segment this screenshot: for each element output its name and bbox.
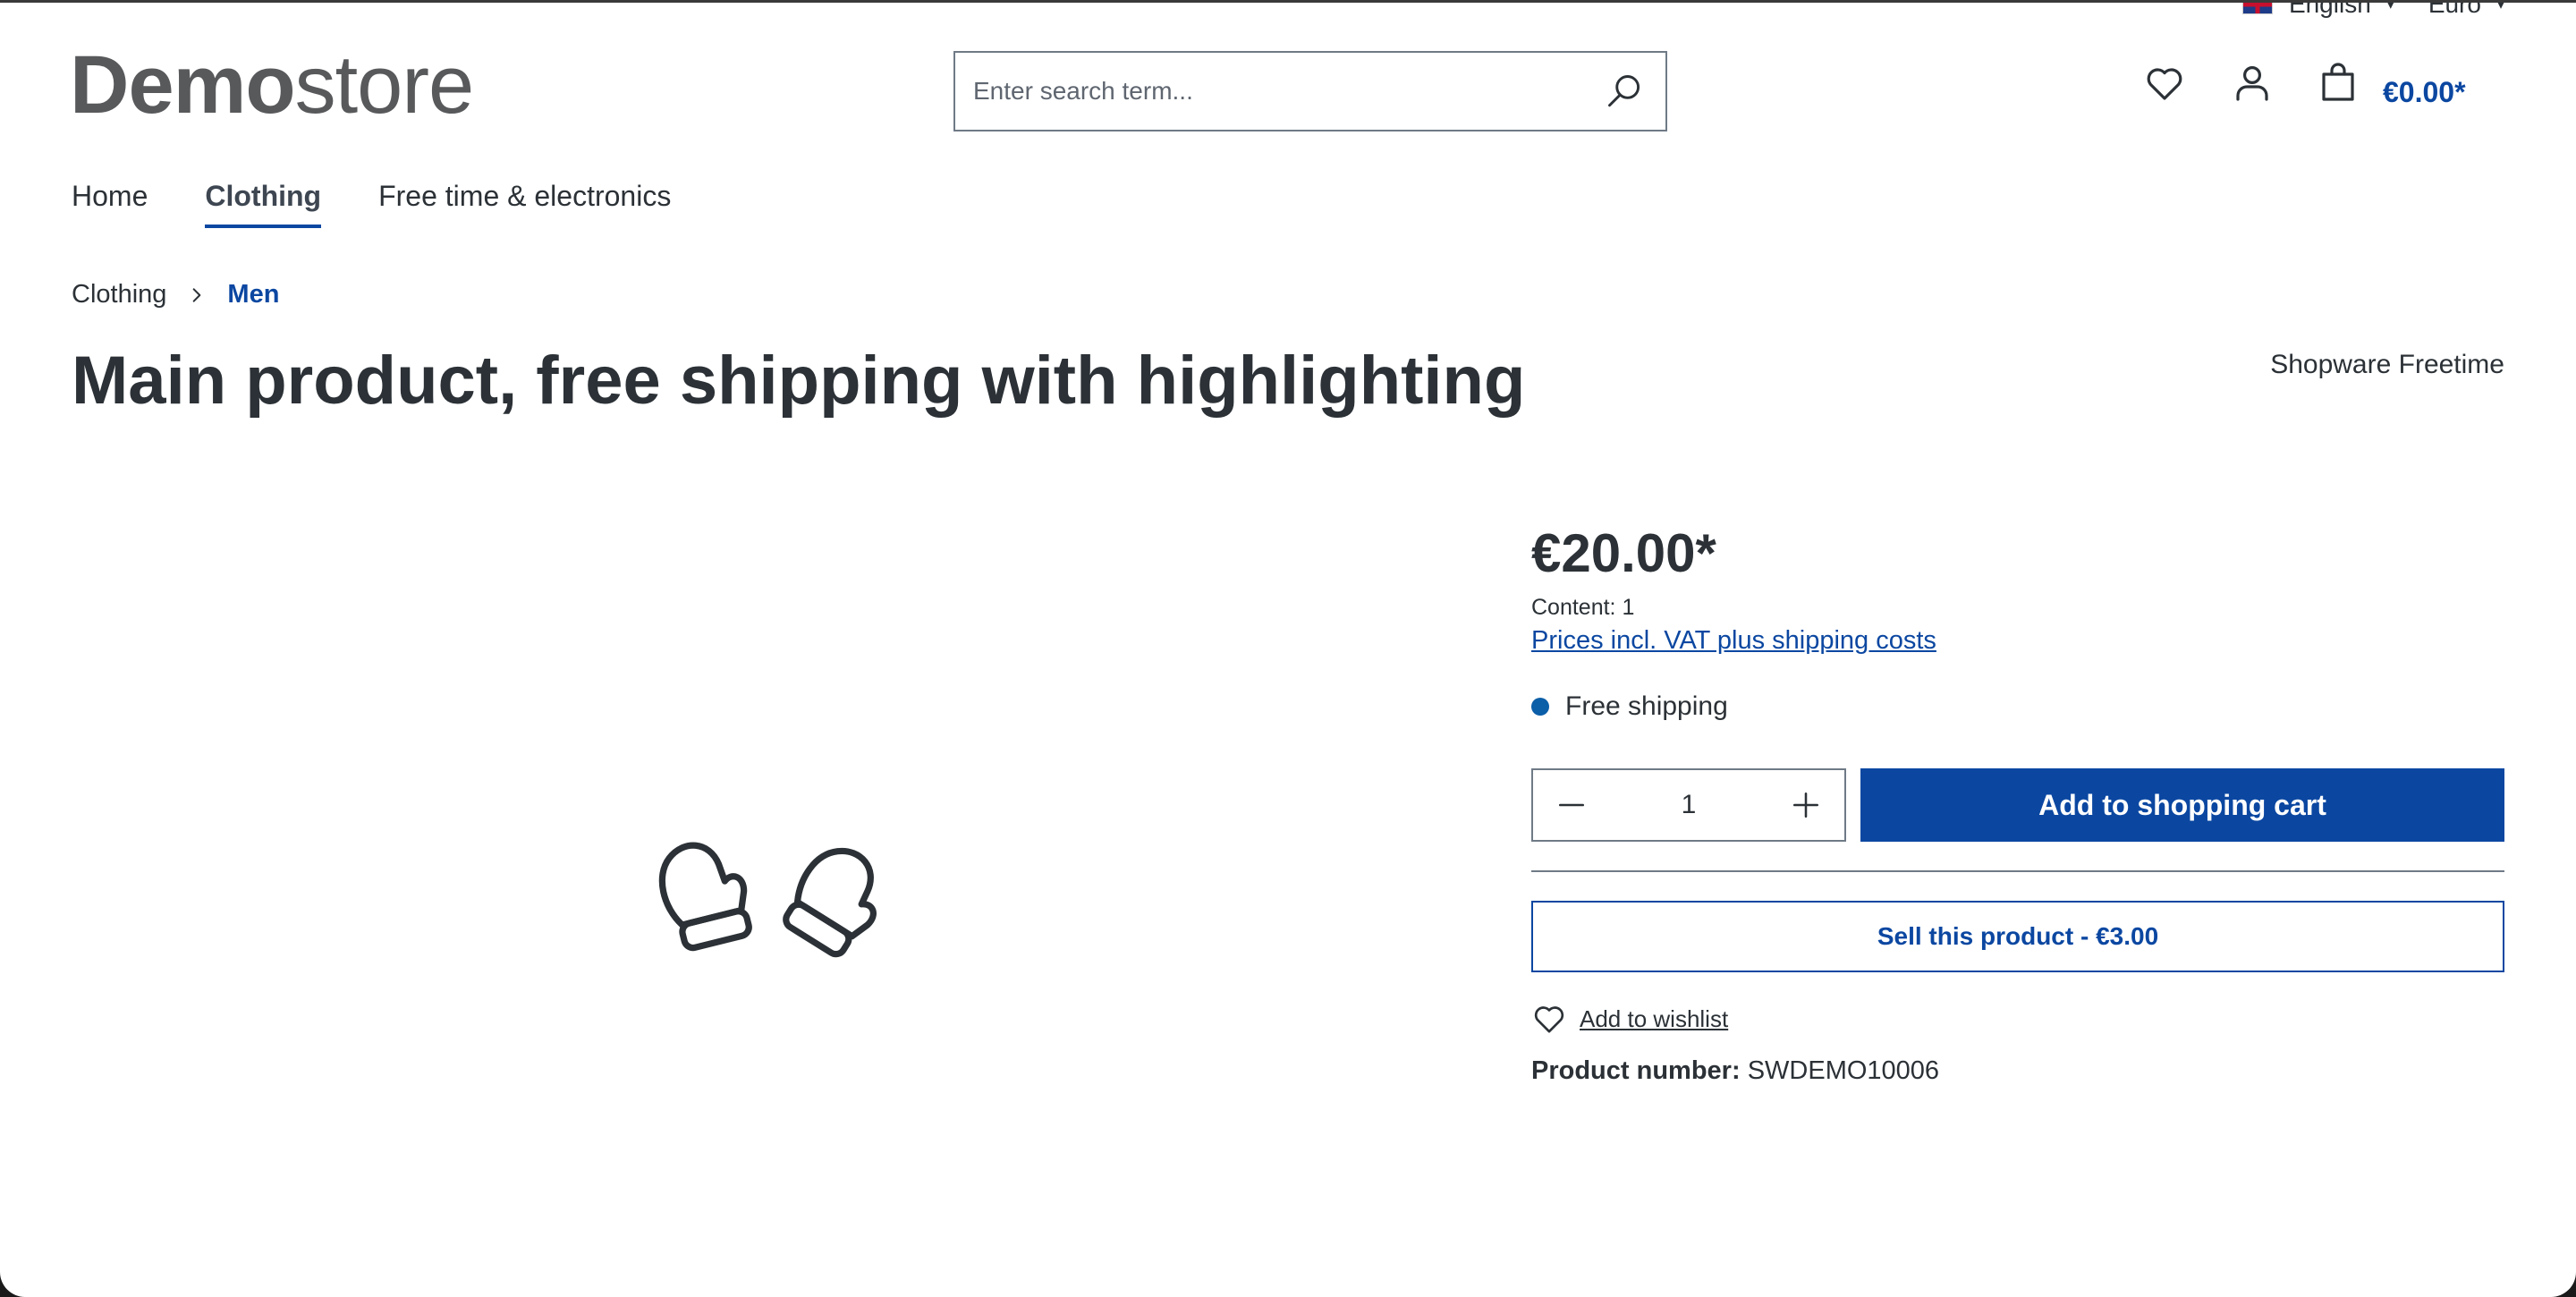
user-icon[interactable] <box>2231 62 2274 105</box>
delivery-label: Free shipping <box>1565 691 1728 721</box>
wishlist-label: Add to wishlist <box>1580 1005 1729 1032</box>
sell-product-button[interactable]: Sell this product - €3.00 <box>1531 901 2504 972</box>
nav-item-free-time-electronics[interactable]: Free time & electronics <box>378 178 671 228</box>
language-selector[interactable]: English ▾ <box>2241 0 2394 19</box>
manufacturer-link[interactable]: Shopware Freetime <box>2270 350 2504 380</box>
logo-bold-text: Demo <box>70 39 296 131</box>
chevron-down-icon: ▾ <box>2496 0 2504 13</box>
product-number-value: SWDEMO10006 <box>1747 1056 1940 1085</box>
top-bar: English ▾ Euro ▾ <box>2241 0 2504 19</box>
quantity-stepper: 1 <box>1531 768 1846 842</box>
logo-light-text: store <box>294 39 475 131</box>
shopping-bag-icon[interactable] <box>2317 62 2360 105</box>
search-bar <box>953 51 1667 131</box>
currency-label: Euro <box>2428 0 2481 18</box>
product-number: Product number: SWDEMO10006 <box>1531 1056 2504 1086</box>
heart-icon <box>1534 1006 1564 1033</box>
buy-row: 1 Add to shopping cart <box>1531 768 2504 842</box>
heart-icon[interactable] <box>2143 62 2186 105</box>
mittens-icon <box>658 842 877 958</box>
main-navigation: Home Clothing Free time & electronics <box>72 178 671 228</box>
delivery-info: Free shipping <box>1531 691 2504 722</box>
chevron-right-icon <box>193 287 201 302</box>
uk-flag-icon <box>2241 3 2273 14</box>
search-input[interactable] <box>955 53 1605 130</box>
breadcrumb-item-men[interactable]: Men <box>227 280 279 309</box>
product-price: €20.00* <box>1531 523 1716 583</box>
store-logo[interactable]: Demostore <box>70 39 475 131</box>
product-gallery <box>72 504 1467 1291</box>
breadcrumb: Clothing Men <box>72 280 279 309</box>
plus-icon[interactable] <box>1791 790 1821 820</box>
nav-item-home[interactable]: Home <box>72 178 148 228</box>
nav-item-clothing[interactable]: Clothing <box>205 178 322 228</box>
search-icon[interactable] <box>1605 72 1644 111</box>
quantity-value[interactable]: 1 <box>1682 790 1697 820</box>
add-to-wishlist[interactable]: Add to wishlist <box>1531 1001 2504 1037</box>
divider <box>1531 870 2504 872</box>
language-label: English <box>2288 0 2371 18</box>
page: English ▾ Euro ▾ Demostore €0.00* <box>0 0 2576 1297</box>
product-number-label: Product number: <box>1531 1056 1741 1085</box>
chevron-down-icon: ▾ <box>2386 0 2394 13</box>
vat-shipping-link[interactable]: Prices incl. VAT plus shipping costs <box>1531 626 1936 656</box>
product-title: Main product, free shipping with highlig… <box>72 343 1526 419</box>
product-content: Content: 1 <box>1531 595 1635 620</box>
add-to-cart-button[interactable]: Add to shopping cart <box>1860 768 2504 842</box>
minus-icon[interactable] <box>1556 790 1587 820</box>
cart-total[interactable]: €0.00* <box>2383 76 2466 109</box>
breadcrumb-item-clothing[interactable]: Clothing <box>72 280 166 309</box>
buy-box: €20.00* Content: 1 Prices incl. VAT plus… <box>1531 521 2504 1086</box>
currency-selector[interactable]: Euro ▾ <box>2428 0 2504 19</box>
delivery-status-dot <box>1531 698 1549 716</box>
